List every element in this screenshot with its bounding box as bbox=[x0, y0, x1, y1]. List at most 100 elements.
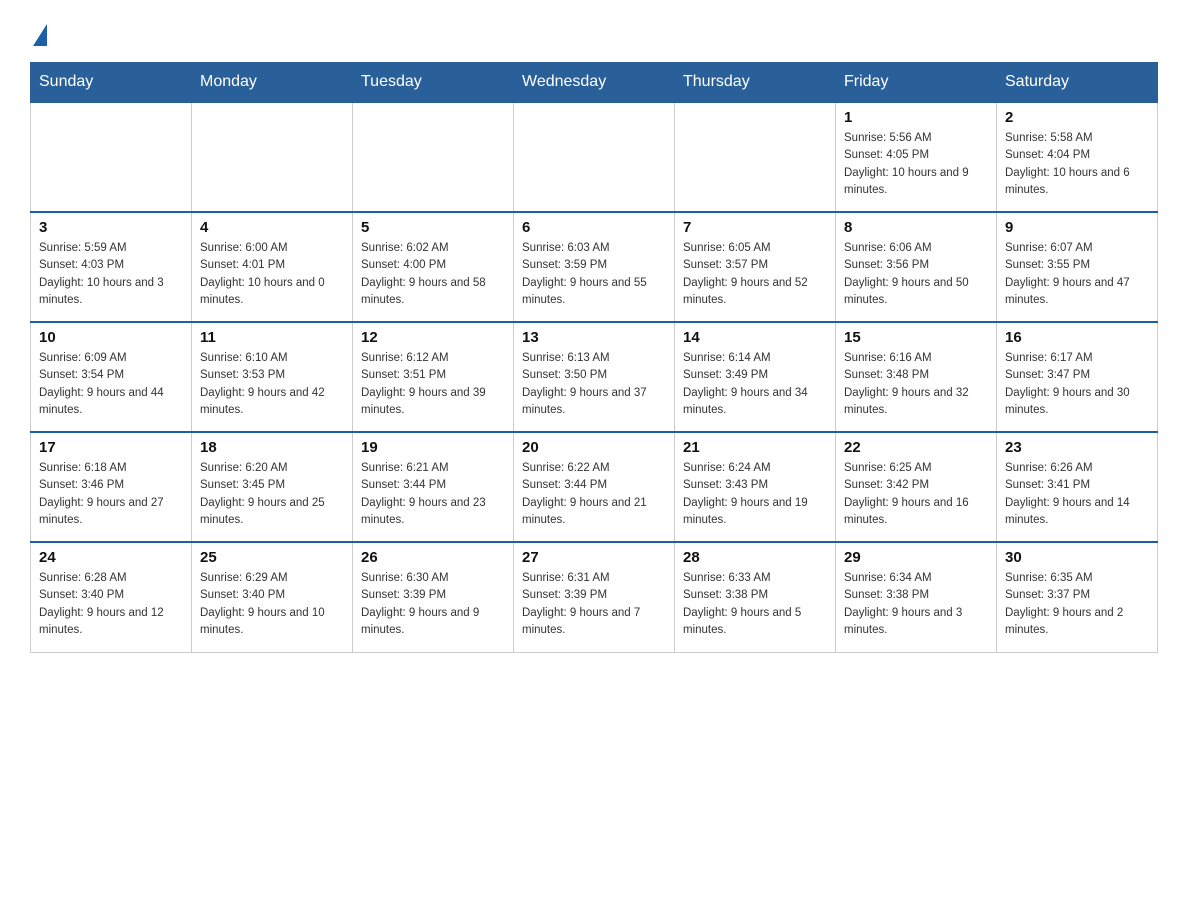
calendar-cell: 1 Sunrise: 5:56 AMSunset: 4:05 PMDaylight… bbox=[836, 102, 997, 212]
day-number: 25 bbox=[200, 549, 344, 566]
calendar-cell: 18Sunrise: 6:20 AMSunset: 3:45 PMDayligh… bbox=[192, 432, 353, 542]
day-info: Sunrise: 6:28 AMSunset: 3:40 PMDaylight:… bbox=[39, 570, 183, 639]
calendar-cell: 2 Sunrise: 5:58 AMSunset: 4:04 PMDaylight… bbox=[997, 102, 1158, 212]
day-info: Sunrise: 6:22 AMSunset: 3:44 PMDaylight:… bbox=[522, 460, 666, 529]
weekday-header-saturday: Saturday bbox=[997, 63, 1158, 103]
calendar-cell bbox=[192, 102, 353, 212]
calendar-cell: 16 Sunrise: 6:17 AMSunset: 3:47 PMDayligh… bbox=[997, 322, 1158, 432]
calendar-week-row: 3 Sunrise: 5:59 AMSunset: 4:03 PMDaylight… bbox=[31, 212, 1158, 322]
day-number: 9 bbox=[1005, 219, 1149, 236]
day-info: Sunrise: 5:56 AMSunset: 4:05 PMDaylight:… bbox=[844, 130, 988, 199]
weekday-header-wednesday: Wednesday bbox=[514, 63, 675, 103]
calendar-cell: 19 Sunrise: 6:21 AMSunset: 3:44 PMDayligh… bbox=[353, 432, 514, 542]
calendar-cell bbox=[353, 102, 514, 212]
day-number: 22 bbox=[844, 439, 988, 456]
weekday-header-row: SundayMondayTuesdayWednesdayThursdayFrid… bbox=[31, 63, 1158, 103]
day-number: 17 bbox=[39, 439, 183, 456]
day-number: 7 bbox=[683, 219, 827, 236]
weekday-header-friday: Friday bbox=[836, 63, 997, 103]
calendar-week-row: 17 Sunrise: 6:18 AMSunset: 3:46 PMDayligh… bbox=[31, 432, 1158, 542]
day-number: 19 bbox=[361, 439, 505, 456]
calendar-cell: 6 Sunrise: 6:03 AMSunset: 3:59 PMDaylight… bbox=[514, 212, 675, 322]
calendar-cell: 11 Sunrise: 6:10 AMSunset: 3:53 PMDayligh… bbox=[192, 322, 353, 432]
calendar-week-row: 1 Sunrise: 5:56 AMSunset: 4:05 PMDaylight… bbox=[31, 102, 1158, 212]
day-number: 1 bbox=[844, 109, 988, 126]
calendar-cell: 10 Sunrise: 6:09 AMSunset: 3:54 PMDayligh… bbox=[31, 322, 192, 432]
day-info: Sunrise: 6:21 AMSunset: 3:44 PMDaylight:… bbox=[361, 460, 505, 529]
day-number: 4 bbox=[200, 219, 344, 236]
day-info: Sunrise: 6:35 AMSunset: 3:37 PMDaylight:… bbox=[1005, 570, 1149, 639]
day-info: Sunrise: 6:09 AMSunset: 3:54 PMDaylight:… bbox=[39, 350, 183, 419]
calendar-cell: 14 Sunrise: 6:14 AMSunset: 3:49 PMDayligh… bbox=[675, 322, 836, 432]
weekday-header-tuesday: Tuesday bbox=[353, 63, 514, 103]
day-info: Sunrise: 6:24 AMSunset: 3:43 PMDaylight:… bbox=[683, 460, 827, 529]
calendar-cell: 21 Sunrise: 6:24 AMSunset: 3:43 PMDayligh… bbox=[675, 432, 836, 542]
day-number: 12 bbox=[361, 329, 505, 346]
page-header bbox=[30, 20, 1158, 42]
day-number: 27 bbox=[522, 549, 666, 566]
weekday-header-monday: Monday bbox=[192, 63, 353, 103]
day-number: 29 bbox=[844, 549, 988, 566]
day-info: Sunrise: 6:05 AMSunset: 3:57 PMDaylight:… bbox=[683, 240, 827, 309]
calendar-cell: 12 Sunrise: 6:12 AMSunset: 3:51 PMDayligh… bbox=[353, 322, 514, 432]
calendar-cell bbox=[31, 102, 192, 212]
logo bbox=[30, 20, 47, 42]
day-number: 26 bbox=[361, 549, 505, 566]
logo-triangle-icon bbox=[33, 24, 47, 46]
calendar-cell: 5 Sunrise: 6:02 AMSunset: 4:00 PMDaylight… bbox=[353, 212, 514, 322]
day-number: 10 bbox=[39, 329, 183, 346]
calendar-cell: 24 Sunrise: 6:28 AMSunset: 3:40 PMDayligh… bbox=[31, 542, 192, 652]
day-number: 23 bbox=[1005, 439, 1149, 456]
day-info: Sunrise: 6:16 AMSunset: 3:48 PMDaylight:… bbox=[844, 350, 988, 419]
day-info: Sunrise: 6:20 AMSunset: 3:45 PMDaylight:… bbox=[200, 460, 344, 529]
day-info: Sunrise: 6:29 AMSunset: 3:40 PMDaylight:… bbox=[200, 570, 344, 639]
day-info: Sunrise: 6:25 AMSunset: 3:42 PMDaylight:… bbox=[844, 460, 988, 529]
calendar-cell: 23Sunrise: 6:26 AMSunset: 3:41 PMDayligh… bbox=[997, 432, 1158, 542]
calendar-cell: 22 Sunrise: 6:25 AMSunset: 3:42 PMDayligh… bbox=[836, 432, 997, 542]
calendar-cell: 30 Sunrise: 6:35 AMSunset: 3:37 PMDayligh… bbox=[997, 542, 1158, 652]
day-info: Sunrise: 6:07 AMSunset: 3:55 PMDaylight:… bbox=[1005, 240, 1149, 309]
day-number: 5 bbox=[361, 219, 505, 236]
day-info: Sunrise: 6:00 AMSunset: 4:01 PMDaylight:… bbox=[200, 240, 344, 309]
day-info: Sunrise: 6:18 AMSunset: 3:46 PMDaylight:… bbox=[39, 460, 183, 529]
day-number: 15 bbox=[844, 329, 988, 346]
day-info: Sunrise: 6:13 AMSunset: 3:50 PMDaylight:… bbox=[522, 350, 666, 419]
calendar-cell: 26 Sunrise: 6:30 AMSunset: 3:39 PMDayligh… bbox=[353, 542, 514, 652]
day-info: Sunrise: 6:34 AMSunset: 3:38 PMDaylight:… bbox=[844, 570, 988, 639]
day-info: Sunrise: 6:31 AMSunset: 3:39 PMDaylight:… bbox=[522, 570, 666, 639]
day-info: Sunrise: 6:14 AMSunset: 3:49 PMDaylight:… bbox=[683, 350, 827, 419]
calendar-cell: 25 Sunrise: 6:29 AMSunset: 3:40 PMDayligh… bbox=[192, 542, 353, 652]
day-number: 11 bbox=[200, 329, 344, 346]
day-info: Sunrise: 6:03 AMSunset: 3:59 PMDaylight:… bbox=[522, 240, 666, 309]
day-info: Sunrise: 6:33 AMSunset: 3:38 PMDaylight:… bbox=[683, 570, 827, 639]
day-number: 2 bbox=[1005, 109, 1149, 126]
day-number: 30 bbox=[1005, 549, 1149, 566]
calendar-cell: 29 Sunrise: 6:34 AMSunset: 3:38 PMDayligh… bbox=[836, 542, 997, 652]
calendar-cell: 13Sunrise: 6:13 AMSunset: 3:50 PMDayligh… bbox=[514, 322, 675, 432]
day-number: 24 bbox=[39, 549, 183, 566]
day-number: 8 bbox=[844, 219, 988, 236]
day-number: 14 bbox=[683, 329, 827, 346]
calendar-cell: 8 Sunrise: 6:06 AMSunset: 3:56 PMDaylight… bbox=[836, 212, 997, 322]
day-info: Sunrise: 5:59 AMSunset: 4:03 PMDaylight:… bbox=[39, 240, 183, 309]
day-info: Sunrise: 5:58 AMSunset: 4:04 PMDaylight:… bbox=[1005, 130, 1149, 199]
weekday-header-sunday: Sunday bbox=[31, 63, 192, 103]
calendar-week-row: 24 Sunrise: 6:28 AMSunset: 3:40 PMDayligh… bbox=[31, 542, 1158, 652]
day-info: Sunrise: 6:17 AMSunset: 3:47 PMDaylight:… bbox=[1005, 350, 1149, 419]
day-info: Sunrise: 6:12 AMSunset: 3:51 PMDaylight:… bbox=[361, 350, 505, 419]
calendar-cell: 9 Sunrise: 6:07 AMSunset: 3:55 PMDaylight… bbox=[997, 212, 1158, 322]
day-number: 6 bbox=[522, 219, 666, 236]
day-info: Sunrise: 6:30 AMSunset: 3:39 PMDaylight:… bbox=[361, 570, 505, 639]
calendar-table: SundayMondayTuesdayWednesdayThursdayFrid… bbox=[30, 62, 1158, 653]
day-number: 21 bbox=[683, 439, 827, 456]
day-info: Sunrise: 6:06 AMSunset: 3:56 PMDaylight:… bbox=[844, 240, 988, 309]
day-number: 3 bbox=[39, 219, 183, 236]
day-number: 16 bbox=[1005, 329, 1149, 346]
calendar-cell: 4 Sunrise: 6:00 AMSunset: 4:01 PMDaylight… bbox=[192, 212, 353, 322]
day-info: Sunrise: 6:10 AMSunset: 3:53 PMDaylight:… bbox=[200, 350, 344, 419]
calendar-cell: 17 Sunrise: 6:18 AMSunset: 3:46 PMDayligh… bbox=[31, 432, 192, 542]
calendar-week-row: 10 Sunrise: 6:09 AMSunset: 3:54 PMDayligh… bbox=[31, 322, 1158, 432]
calendar-cell bbox=[675, 102, 836, 212]
day-info: Sunrise: 6:02 AMSunset: 4:00 PMDaylight:… bbox=[361, 240, 505, 309]
weekday-header-thursday: Thursday bbox=[675, 63, 836, 103]
